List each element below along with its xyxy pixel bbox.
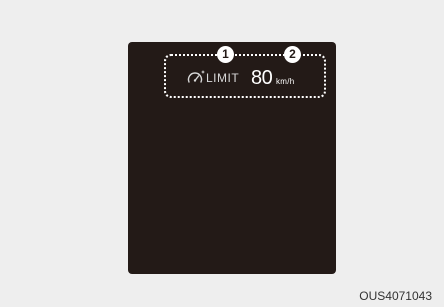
speed-value: 80 [251, 67, 273, 89]
figure-code: OUS4071043 [359, 289, 432, 303]
speed-limit-icon [187, 70, 205, 83]
callout-2: 2 [284, 46, 301, 63]
limit-label: LIMIT [206, 71, 240, 85]
callout-1: 1 [217, 46, 234, 63]
speed-unit: km/h [276, 77, 295, 86]
